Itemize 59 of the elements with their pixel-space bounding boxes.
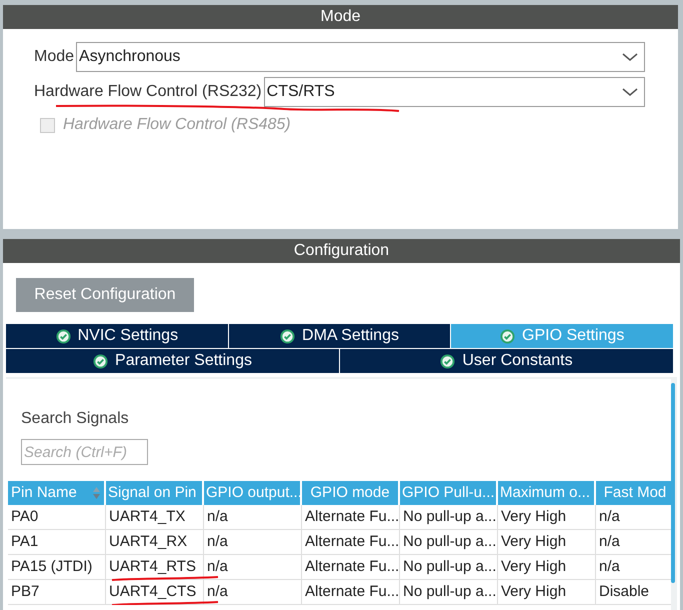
column-header[interactable]: Maximum o... xyxy=(498,481,594,505)
panel-header: Configuration xyxy=(3,239,680,263)
table-cell-text: No pull-up a... xyxy=(403,582,496,602)
table-cell-text: No pull-up a... xyxy=(403,532,496,552)
table-cell-text: UART4_RX xyxy=(109,532,188,552)
column-header[interactable]: GPIO mode xyxy=(302,481,398,505)
chevron-down-icon xyxy=(622,87,638,97)
table-cell-text: UART4_RTS xyxy=(109,556,196,577)
dropdown[interactable]: CTS/RTS xyxy=(264,77,645,107)
dropdown[interactable]: Asynchronous xyxy=(76,42,645,72)
check-icon xyxy=(280,328,296,344)
table-cell-text: n/a xyxy=(207,506,228,527)
table-cell-text: Very High xyxy=(501,506,566,527)
search-field[interactable]: Search (Ctrl+F) xyxy=(21,439,148,465)
column-header[interactable]: GPIO output... xyxy=(204,481,300,505)
table-cell-text: PA0 xyxy=(11,506,38,527)
panel-header: Mode xyxy=(3,5,678,29)
table-cell-text: Very High xyxy=(501,582,566,602)
column-header[interactable]: Pin Name xyxy=(8,481,104,505)
table-cell-text: UART4_CTS xyxy=(109,582,196,602)
table-cell-text: No pull-up a... xyxy=(403,556,496,577)
chevron-down-icon xyxy=(622,52,638,62)
scrollbar[interactable] xyxy=(671,383,675,583)
search-label: Search Signals xyxy=(21,409,130,429)
table-cell-text: Disable xyxy=(599,582,650,602)
settings-tab[interactable]: GPIO Settings xyxy=(451,324,674,348)
settings-tab[interactable]: NVIC Settings xyxy=(6,324,228,348)
column-header[interactable]: Fast Mod xyxy=(596,481,671,505)
table-cell-text: PA15 (JTDI) xyxy=(11,556,92,577)
table-cell-text: n/a xyxy=(207,582,228,602)
sort-icon xyxy=(92,486,101,500)
checkbox-label: Hardware Flow Control (RS485) xyxy=(63,115,291,135)
table-cell-text: Very High xyxy=(501,556,566,577)
settings-tab[interactable]: DMA Settings xyxy=(228,324,450,348)
check-icon xyxy=(500,328,516,344)
field-label: Hardware Flow Control (RS232) xyxy=(34,82,262,102)
table-cell-text: Alternate Fu... xyxy=(305,582,400,602)
column-header[interactable]: Signal on Pin xyxy=(106,481,202,505)
table-cell-text: n/a xyxy=(599,556,620,577)
column-header[interactable]: GPIO Pull-u... xyxy=(400,481,496,505)
table-cell-text: UART4_TX xyxy=(109,506,186,527)
table-cell-text: No pull-up a... xyxy=(403,506,496,527)
settings-tab[interactable]: Parameter Settings xyxy=(6,349,339,373)
field-label: Mode xyxy=(34,47,74,67)
check-icon xyxy=(93,354,108,368)
check-icon xyxy=(440,354,456,368)
table-cell-text: PB7 xyxy=(11,582,40,602)
reset-button[interactable]: Reset Configuration xyxy=(16,278,194,312)
table-cell-text: n/a xyxy=(207,556,228,577)
table-cell-text: n/a xyxy=(599,506,620,527)
table-cell-text: Alternate Fu... xyxy=(305,532,400,552)
table-cell-text: n/a xyxy=(599,532,620,552)
settings-tab[interactable]: User Constants xyxy=(340,349,673,373)
table-cell-text: n/a xyxy=(207,532,228,552)
check-icon xyxy=(56,328,71,344)
table-cell-text: Alternate Fu... xyxy=(305,556,400,577)
table-cell-text: PA1 xyxy=(11,532,38,552)
table-cell-text: Alternate Fu... xyxy=(305,506,400,527)
table-cell-text: Very High xyxy=(501,532,566,552)
